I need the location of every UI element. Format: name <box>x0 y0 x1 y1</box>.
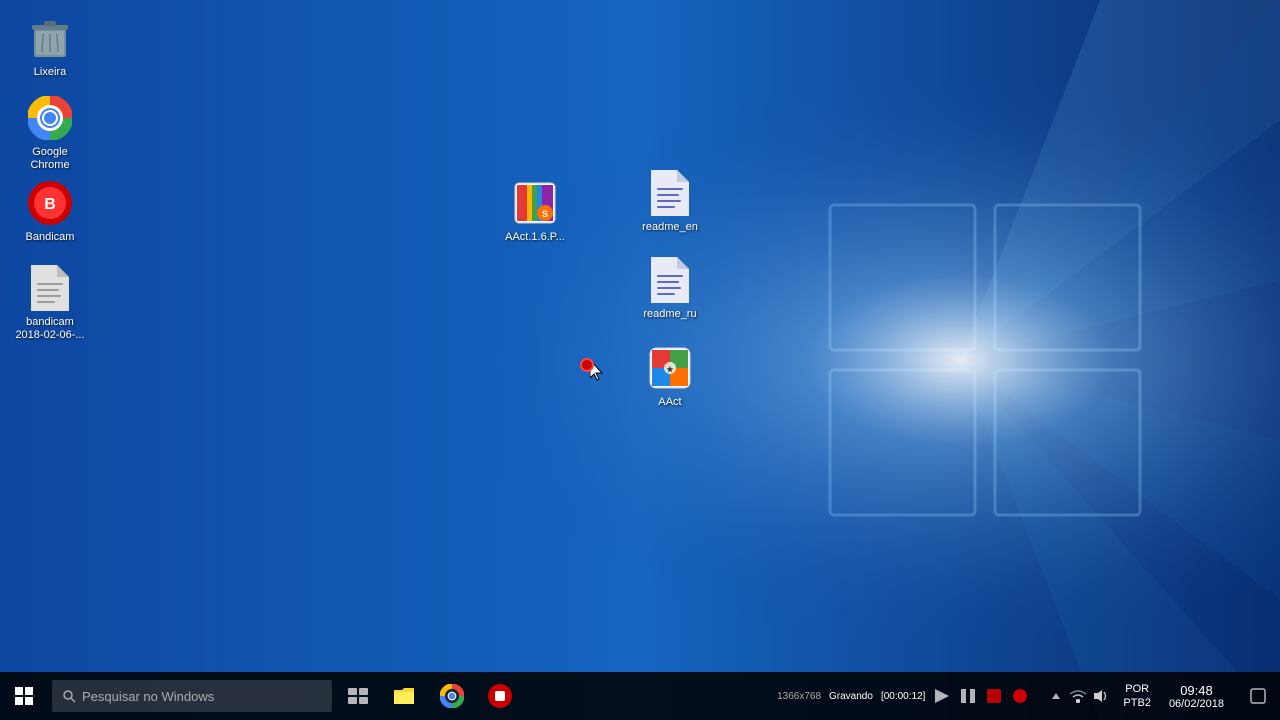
readme-en-img <box>646 169 694 217</box>
language-code: POR <box>1125 682 1149 696</box>
notification-center-button[interactable] <box>1236 672 1280 720</box>
recycle-bin-label: Lixeira <box>34 66 66 79</box>
recording-duration: [00:00:12] <box>881 691 925 702</box>
recording-info: 1366x768 Gravando [00:00:12] <box>767 689 1039 703</box>
desktop-icons: Lixeira Google Chrome <box>0 0 1280 672</box>
start-button[interactable] <box>0 672 48 720</box>
search-box[interactable]: Pesquisar no Windows <box>52 680 332 712</box>
google-chrome-icon[interactable]: Google Chrome <box>10 90 90 176</box>
chrome-label: Google Chrome <box>14 146 86 172</box>
clock[interactable]: 09:48 06/02/2018 <box>1157 672 1236 720</box>
task-view-button[interactable] <box>336 672 380 720</box>
clock-time: 09:48 <box>1180 683 1213 698</box>
recording-dot <box>580 358 594 372</box>
language-variant: PTB2 <box>1123 696 1151 710</box>
recycle-bin-img <box>26 14 74 62</box>
taskbar-chrome[interactable] <box>428 672 476 720</box>
readme-en-icon[interactable]: readme_en <box>630 165 710 238</box>
aact-installer-img: S <box>511 179 559 227</box>
resolution-display: 1366x768 <box>777 691 821 702</box>
tray-icons <box>1039 672 1117 720</box>
readme-en-label: readme_en <box>642 221 698 234</box>
bandicam-file-label: bandicam 2018-02-06-... <box>14 316 86 342</box>
aact-installer-label: AAct.1.6.P... <box>505 231 565 244</box>
svg-text:S: S <box>542 209 548 219</box>
bandicam-img: B <box>26 179 74 227</box>
recording-label: Gravando <box>829 691 873 702</box>
svg-text:B: B <box>44 196 56 213</box>
desktop: Lixeira Google Chrome <box>0 0 1280 720</box>
clock-date: 06/02/2018 <box>1169 698 1224 710</box>
taskbar-record-stop[interactable] <box>476 672 524 720</box>
bandicam-file-icon[interactable]: bandicam 2018-02-06-... <box>10 260 90 346</box>
tray-network[interactable] <box>1069 687 1087 705</box>
system-tray: 1366x768 Gravando [00:00:12] <box>767 672 1280 720</box>
aact-main-icon[interactable]: ★ AAct <box>630 340 710 413</box>
taskbar-file-explorer[interactable] <box>380 672 428 720</box>
chrome-img <box>26 94 74 142</box>
search-placeholder: Pesquisar no Windows <box>82 689 214 704</box>
aact-main-img: ★ <box>646 344 694 392</box>
aact-installer-icon[interactable]: S AAct.1.6.P... <box>495 175 575 248</box>
bandicam-shortcut-icon[interactable]: B Bandicam <box>10 175 90 248</box>
readme-ru-label: readme_ru <box>643 308 696 321</box>
readme-ru-icon[interactable]: readme_ru <box>630 252 710 325</box>
svg-text:★: ★ <box>666 365 674 374</box>
bandicam-label: Bandicam <box>26 231 75 244</box>
tray-volume[interactable] <box>1091 687 1109 705</box>
recycle-bin-icon[interactable]: Lixeira <box>10 10 90 83</box>
bandicam-file-img <box>26 264 74 312</box>
aact-main-label: AAct <box>658 396 681 409</box>
tray-show-hidden[interactable] <box>1047 687 1065 705</box>
taskbar: Pesquisar no Windows <box>0 672 1280 720</box>
language-indicator[interactable]: POR PTB2 <box>1117 682 1157 711</box>
readme-ru-img <box>646 256 694 304</box>
